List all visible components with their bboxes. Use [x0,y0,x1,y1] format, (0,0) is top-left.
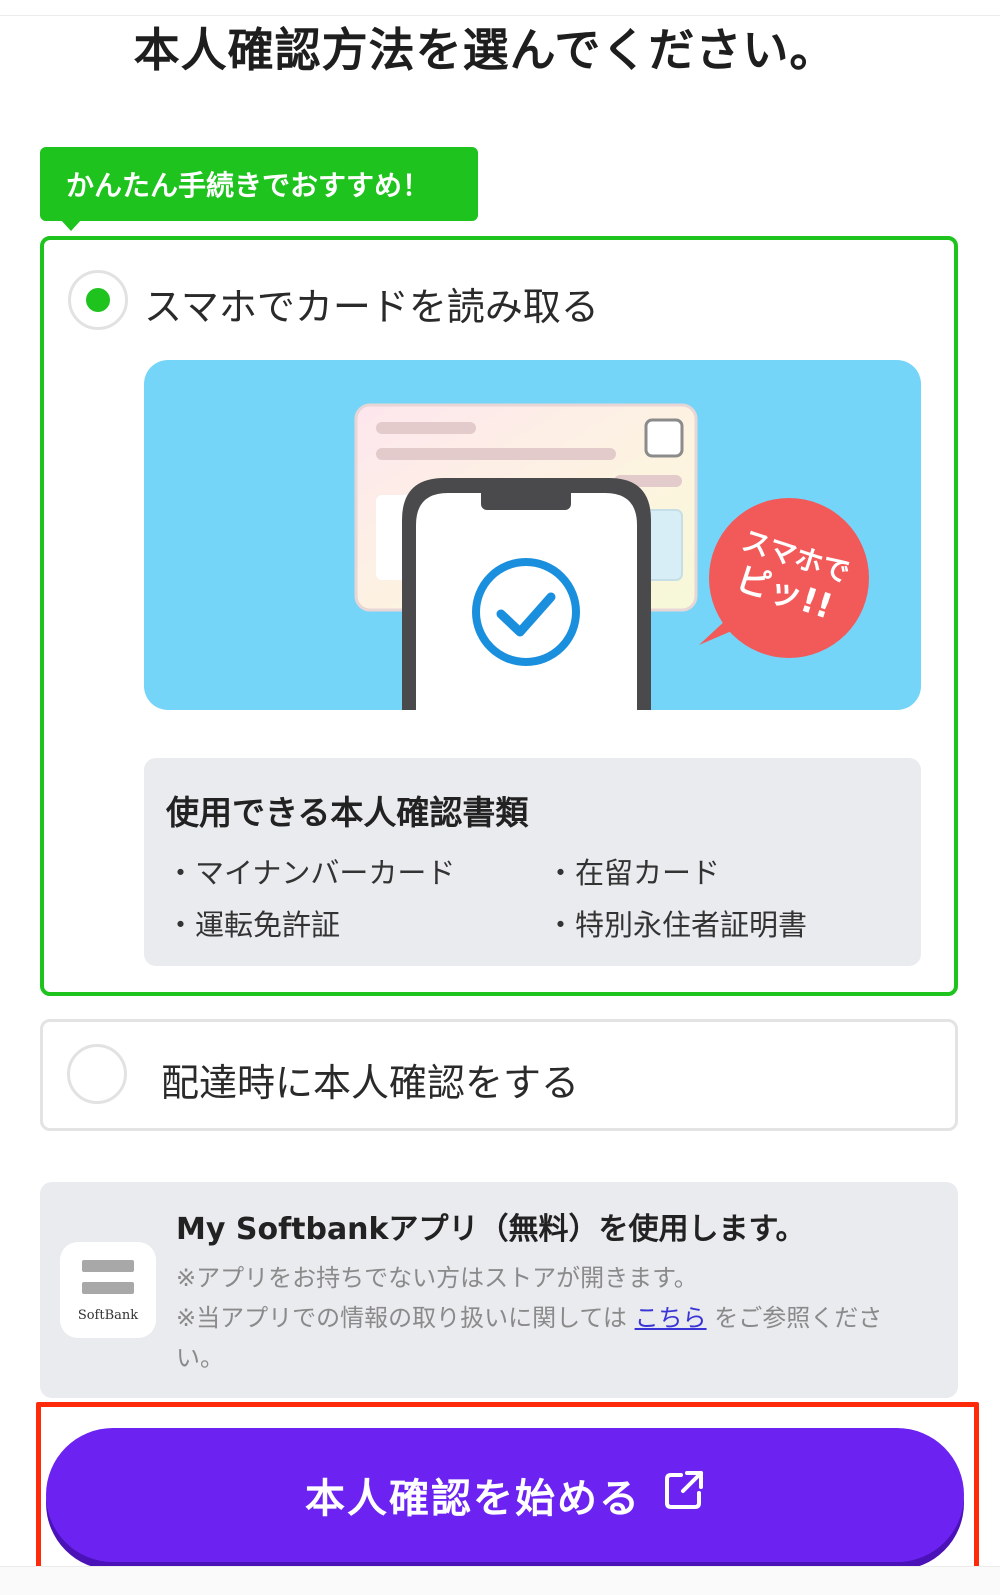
option-card-nfc[interactable]: スマホでカードを読み取る スマホで ピッ!! 使用できる本人確認書類 ・マイナン… [40,236,958,996]
option-delivery-label: 配達時に本人確認をする [161,1061,580,1105]
identity-verification-page: 本人確認方法を選んでください。 かんたん手続きでおすすめ！ スマホでカードを読み… [0,0,1000,1595]
phone-graphic [402,478,651,710]
recommended-badge: かんたん手続きでおすすめ！ [40,147,478,221]
bottom-divider [0,1566,1000,1595]
app-info-box: SoftBank My Softbankアプリ（無料）を使用します。 ※アプリを… [40,1182,958,1398]
accepted-documents-box: 使用できる本人確認書類 ・マイナンバーカード ・在留カード ・運転免許証 ・特別… [144,758,921,966]
radio-nfc[interactable] [68,270,128,330]
app-icon-bar [82,1260,134,1272]
app-info-note-store: ※アプリをお持ちでない方はストアが開きます。 [176,1264,698,1292]
softbank-app-icon: SoftBank [60,1242,156,1338]
speech-bubble-graphic: スマホで ピッ!! [699,498,869,658]
accepted-documents-list: ・マイナンバーカード ・在留カード ・運転免許証 ・特別永住者証明書 [166,850,906,944]
app-icon-label: SoftBank [77,1308,139,1323]
radio-delivery[interactable] [67,1044,127,1104]
app-info-note-privacy: ※当アプリでの情報の取り扱いに関しては こちら をご参照ください。 [176,1298,916,1378]
start-verification-label: 本人確認を始める [305,1476,641,1522]
app-info-note-privacy-prefix: ※当アプリでの情報の取り扱いに関しては [176,1304,627,1332]
card-scan-graphic: スマホで ピッ!! [354,403,869,710]
recommended-badge-tail [60,219,82,231]
app-info-title: My Softbankアプリ（無料）を使用します。 [176,1212,806,1247]
document-item: ・在留カード [546,856,721,890]
external-link-icon [663,1469,705,1521]
document-item: ・マイナンバーカード [166,856,456,890]
document-item: ・運転免許証 [166,908,341,942]
start-verification-button[interactable]: 本人確認を始める [46,1428,964,1562]
recommended-badge-text: かんたん手続きでおすすめ！ [66,169,431,202]
option-nfc-label: スマホでカードを読み取る [144,285,599,329]
page-title: 本人確認方法を選んでください。 [133,23,837,77]
privacy-link[interactable]: こちら [635,1304,707,1332]
accepted-documents-heading: 使用できる本人確認書類 [166,793,529,832]
document-item: ・特別永住者証明書 [546,908,808,942]
app-icon-bar [82,1282,134,1294]
card-scan-illustration: スマホで ピッ!! [144,360,921,710]
radio-selected-dot [86,288,110,312]
option-card-delivery[interactable]: 配達時に本人確認をする [40,1019,958,1131]
